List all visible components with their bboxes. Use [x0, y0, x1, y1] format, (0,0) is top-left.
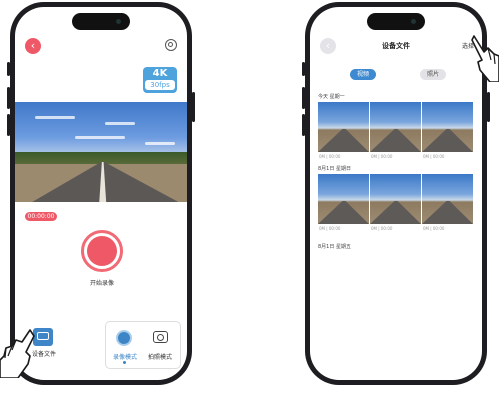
video-thumbnail[interactable]: [318, 102, 370, 152]
hand-pointer-icon: [0, 329, 35, 378]
thumbnail-meta: 0M | 00:00: [371, 154, 393, 159]
side-button: [7, 114, 10, 136]
notch: [367, 13, 425, 30]
left-phone: ‹ 4K 30fps 00:00:00 开始录像 设备文件 录像模式 拍照模式: [7, 2, 195, 385]
mode-switcher: 录像模式 拍照模式: [105, 321, 181, 369]
thumbnail-meta: 0M | 00:00: [423, 154, 445, 159]
video-thumbnail[interactable]: [422, 102, 474, 152]
camera-icon[interactable]: [153, 331, 168, 343]
quality-badge[interactable]: 4K 30fps: [143, 67, 177, 93]
tab-video[interactable]: 视频: [350, 69, 376, 80]
side-button: [7, 62, 10, 76]
thumbnail-meta: 0M | 00:00: [319, 154, 341, 159]
back-button[interactable]: ‹: [25, 38, 41, 54]
gear-icon[interactable]: [165, 39, 177, 51]
page-title: 设备文件: [382, 42, 410, 50]
side-button: [302, 87, 305, 109]
thumbnail-meta: 0M | 00:00: [423, 226, 445, 231]
back-arrow-icon: ‹: [325, 39, 331, 52]
section-date: 8月1日 星期五: [318, 244, 351, 250]
active-mode-indicator: [123, 361, 126, 364]
fps-label: 30fps: [145, 80, 175, 90]
thumbnail-meta-row: 0M | 00:00 0M | 00:00 0M | 00:00: [318, 154, 474, 159]
resolution-label: 4K: [152, 68, 168, 79]
thumbnail-row: [318, 174, 474, 224]
thumbnail-meta: 0M | 00:00: [371, 226, 393, 231]
video-thumbnail[interactable]: [318, 174, 370, 224]
video-thumbnail[interactable]: [370, 102, 422, 152]
side-button: [487, 92, 490, 122]
side-button: [302, 62, 305, 76]
side-button: [7, 87, 10, 109]
thumbnail-meta-row: 0M | 00:00 0M | 00:00 0M | 00:00: [318, 226, 474, 231]
section-date: 8月1日 星期日: [318, 166, 351, 172]
camera-screen: ‹ 4K 30fps 00:00:00 开始录像 设备文件 录像模式 拍照模式: [15, 7, 187, 380]
hand-pointer-icon: [471, 35, 499, 82]
record-label: 开始录像: [89, 280, 114, 287]
video-thumbnail[interactable]: [422, 174, 474, 224]
thumbnail-row: [318, 102, 474, 152]
live-preview: [15, 102, 187, 202]
back-arrow-icon: ‹: [30, 39, 36, 52]
notch: [72, 13, 130, 30]
right-phone: ‹ 设备文件 选择 视频 照片 今天 星期一 0M | 00:00 0M | 0…: [302, 2, 490, 385]
side-button: [302, 114, 305, 136]
device-files-screen: ‹ 设备文件 选择 视频 照片 今天 星期一 0M | 00:00 0M | 0…: [310, 7, 482, 380]
recording-timer: 00:00:00: [25, 212, 57, 221]
video-thumbnail[interactable]: [370, 174, 422, 224]
side-button: [192, 92, 195, 122]
back-button[interactable]: ‹: [320, 38, 336, 54]
record-button[interactable]: [81, 230, 123, 272]
section-date: 今天 星期一: [318, 94, 345, 100]
video-mode-label[interactable]: 录像模式: [108, 352, 142, 361]
video-mode-icon[interactable]: [116, 330, 132, 346]
device-files-icon[interactable]: [33, 328, 53, 346]
thumbnail-meta: 0M | 00:00: [319, 226, 341, 231]
tab-photo[interactable]: 照片: [420, 69, 446, 80]
photo-mode-label[interactable]: 拍照模式: [143, 352, 177, 361]
